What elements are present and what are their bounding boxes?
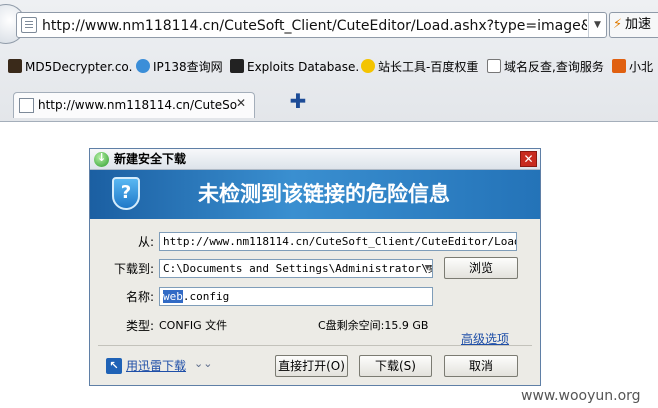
bookmark-favicon-icon bbox=[230, 59, 244, 73]
dialog-titlebar[interactable]: 新建安全下载 ✕ bbox=[90, 149, 540, 170]
accelerate-label: 加速 bbox=[625, 17, 652, 32]
from-label: 从: bbox=[137, 235, 154, 249]
url-input[interactable]: http://www.nm118114.cn/CuteSoft_Client/C… bbox=[42, 17, 587, 35]
bookmark-chinaz[interactable]: 站长工具-百度权重 bbox=[361, 58, 478, 76]
thunder-download-link[interactable]: 用迅雷下载 bbox=[126, 358, 186, 374]
double-chevron-down-icon[interactable]: ⌄⌄ bbox=[194, 357, 212, 370]
source-url-field[interactable]: http://www.nm118114.cn/CuteSoft_Client/C… bbox=[159, 232, 517, 251]
download-button[interactable]: 下载(S) bbox=[359, 355, 432, 377]
tab-active[interactable]: http://www.nm118114.cn/CuteSo... ✕ bbox=[13, 92, 255, 118]
file-type-value: CONFIG 文件 bbox=[159, 319, 228, 332]
bookmark-favicon-icon bbox=[136, 59, 150, 73]
selected-text: web bbox=[163, 290, 183, 303]
banner-text: 未检测到该链接的危险信息 bbox=[198, 182, 450, 206]
bookmark-favicon-icon bbox=[8, 59, 22, 73]
browse-button[interactable]: 浏览 bbox=[444, 257, 518, 279]
type-label: 类型: bbox=[125, 319, 154, 333]
chevron-down-icon[interactable]: ▼ bbox=[425, 260, 430, 277]
bookmark-favicon-icon bbox=[361, 59, 375, 73]
page-icon bbox=[487, 59, 501, 73]
page-icon bbox=[19, 98, 34, 113]
address-bar-row: http://www.nm118114.cn/CuteSoft_Client/C… bbox=[0, 0, 658, 50]
name-label: 名称: bbox=[125, 290, 154, 304]
watermark: www.wooyun.org bbox=[521, 388, 641, 404]
download-app-icon bbox=[94, 151, 109, 167]
bookmark-md5decrypter[interactable]: MD5Decrypter.co. bbox=[8, 58, 132, 76]
bookmark-exploits-database[interactable]: Exploits Database. bbox=[230, 58, 359, 76]
safety-banner: ? 未检测到该链接的危险信息 bbox=[90, 170, 540, 219]
shield-icon: ? bbox=[112, 177, 140, 210]
new-tab-plus-icon[interactable]: ✚ bbox=[289, 91, 307, 111]
chevron-down-icon[interactable]: ▼ bbox=[588, 13, 606, 37]
divider bbox=[0, 121, 658, 122]
close-icon[interactable]: ✕ bbox=[236, 95, 248, 111]
bookmark-favicon-icon bbox=[612, 59, 626, 73]
bookmark-domain-lookup[interactable]: 域名反查,查询服务 bbox=[487, 58, 604, 76]
dialog-title: 新建安全下载 bbox=[114, 152, 187, 166]
divider bbox=[98, 345, 532, 346]
close-button[interactable]: ✕ bbox=[520, 151, 537, 167]
bookmark-xiaobei[interactable]: 小北 bbox=[612, 58, 653, 76]
download-dialog: 新建安全下载 ✕ ? 未检测到该链接的危险信息 从: http://www.nm… bbox=[89, 148, 541, 386]
lightning-icon: ⚡ bbox=[613, 17, 623, 32]
tab-title: http://www.nm118114.cn/CuteSo... bbox=[38, 98, 238, 112]
page-icon bbox=[21, 17, 37, 33]
file-name-rest: .config bbox=[182, 290, 230, 303]
open-directly-button[interactable]: 直接打开(O) bbox=[275, 355, 348, 377]
free-space-info: C盘剩余空间:15.9 GB bbox=[318, 319, 429, 332]
accelerate-button[interactable]: ⚡ 加速 bbox=[609, 12, 658, 38]
save-to-label: 下载到: bbox=[113, 262, 154, 276]
file-name-field[interactable]: web.config bbox=[159, 287, 433, 306]
bookmarks-bar: MD5Decrypter.co. IP138查询网 Exploits Datab… bbox=[0, 53, 658, 81]
browser-chrome: http://www.nm118114.cn/CuteSoft_Client/C… bbox=[0, 0, 658, 122]
address-bar[interactable]: http://www.nm118114.cn/CuteSoft_Client/C… bbox=[16, 12, 607, 38]
cancel-button[interactable]: 取消 bbox=[444, 355, 518, 377]
thunder-download-icon: ↖ bbox=[106, 358, 122, 374]
tab-strip: http://www.nm118114.cn/CuteSo... ✕ ✚ bbox=[0, 86, 658, 122]
save-path-value: C:\Documents and Settings\Administrator\… bbox=[163, 262, 433, 275]
save-path-select[interactable]: C:\Documents and Settings\Administrator\… bbox=[159, 259, 433, 278]
bookmark-ip138[interactable]: IP138查询网 bbox=[136, 58, 223, 76]
